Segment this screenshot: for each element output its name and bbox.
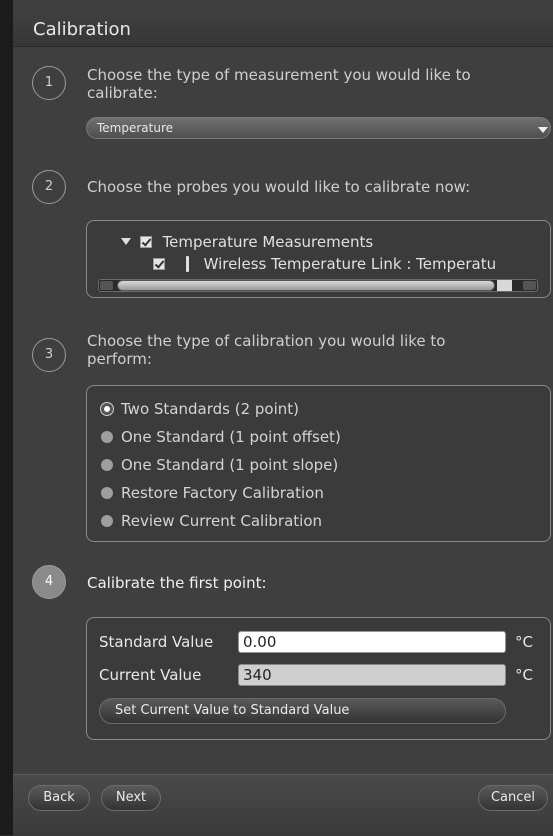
expand-triangle-icon[interactable] bbox=[121, 238, 131, 245]
step-3-text-line-1: Choose the type of calibration you would… bbox=[87, 332, 446, 350]
step-1-text: Choose the type of measurement you would… bbox=[87, 66, 471, 102]
set-current-to-standard-button[interactable]: Set Current Value to Standard Value bbox=[99, 698, 506, 724]
step-3-indicator: 3 bbox=[32, 338, 66, 372]
tree-row-wireless-temperature-link[interactable]: Wireless Temperature Link : Temperatu bbox=[153, 255, 496, 273]
radio-button[interactable] bbox=[101, 459, 113, 471]
radio-label: One Standard (1 point offset) bbox=[121, 428, 341, 446]
current-value-label: Current Value bbox=[99, 666, 202, 684]
measurement-type-selected: Temperature bbox=[97, 121, 174, 135]
standard-value-label: Standard Value bbox=[99, 633, 214, 651]
radio-button[interactable] bbox=[101, 515, 113, 527]
radio-button[interactable] bbox=[101, 431, 113, 443]
cancel-button[interactable]: Cancel bbox=[478, 785, 548, 811]
standard-value-input[interactable]: 0.00 bbox=[238, 631, 506, 653]
step-3-text-line-2: perform: bbox=[87, 350, 152, 368]
standard-value-unit: °C bbox=[515, 633, 533, 651]
current-value-display: 340 bbox=[238, 664, 506, 686]
radio-restore-factory[interactable]: Restore Factory Calibration bbox=[101, 484, 324, 502]
title-bar: Calibration bbox=[13, 14, 553, 47]
scroll-track-end bbox=[497, 280, 512, 291]
probe-tree-horizontal-scrollbar[interactable] bbox=[98, 279, 538, 292]
back-button[interactable]: Back bbox=[28, 785, 90, 811]
tree-child-label: Wireless Temperature Link : Temperatu bbox=[203, 255, 497, 273]
step-2-text: Choose the probes you would like to cali… bbox=[87, 178, 471, 196]
radio-one-standard-slope[interactable]: One Standard (1 point slope) bbox=[101, 456, 338, 474]
step-4-indicator: 4 bbox=[32, 565, 66, 599]
footer-bar bbox=[13, 774, 553, 836]
scroll-right-button[interactable] bbox=[523, 281, 536, 290]
radio-button-selected[interactable] bbox=[101, 403, 113, 415]
step-3-text: Choose the type of calibration you would… bbox=[87, 332, 445, 368]
radio-one-standard-offset[interactable]: One Standard (1 point offset) bbox=[101, 428, 341, 446]
radio-label: Review Current Calibration bbox=[121, 512, 323, 530]
step-1-text-line-1: Choose the type of measurement you would… bbox=[87, 66, 471, 84]
scroll-thumb[interactable] bbox=[117, 280, 495, 291]
next-button[interactable]: Next bbox=[101, 785, 161, 811]
radio-button[interactable] bbox=[101, 487, 113, 499]
measurement-type-dropdown[interactable]: Temperature bbox=[86, 117, 551, 139]
step-1-text-line-2: calibrate: bbox=[87, 84, 158, 102]
thermometer-icon bbox=[185, 256, 189, 272]
left-edge-bar bbox=[0, 0, 13, 835]
scroll-left-button[interactable] bbox=[100, 281, 113, 290]
tree-row-temperature-measurements[interactable]: Temperature Measurements bbox=[121, 233, 373, 251]
checkbox-temperature-measurements[interactable] bbox=[139, 236, 152, 248]
tree-group-label: Temperature Measurements bbox=[162, 233, 374, 251]
radio-label: One Standard (1 point slope) bbox=[121, 456, 339, 474]
window-title: Calibration bbox=[33, 19, 131, 40]
current-value-unit: °C bbox=[515, 666, 533, 684]
checkbox-wireless-temperature-link[interactable] bbox=[153, 258, 165, 270]
radio-label: Restore Factory Calibration bbox=[121, 484, 324, 502]
radio-review-current[interactable]: Review Current Calibration bbox=[101, 512, 322, 530]
step-1-indicator: 1 bbox=[32, 66, 66, 100]
step-2-indicator: 2 bbox=[32, 170, 66, 204]
radio-two-standards[interactable]: Two Standards (2 point) bbox=[101, 400, 299, 418]
radio-label: Two Standards (2 point) bbox=[121, 400, 299, 418]
chevron-down-icon bbox=[538, 127, 548, 133]
step-4-text: Calibrate the first point: bbox=[87, 574, 267, 592]
